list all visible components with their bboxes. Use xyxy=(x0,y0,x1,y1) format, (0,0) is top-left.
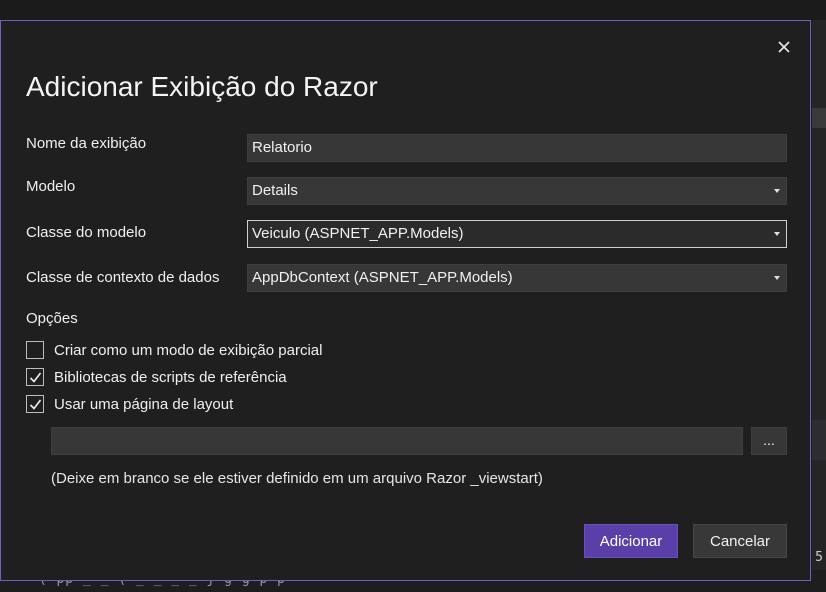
ide-background-glyph: 5 xyxy=(815,550,823,565)
layout-hint-text: (Deixe em branco se ele estiver definido… xyxy=(51,470,543,487)
template-label: Modelo xyxy=(26,178,76,195)
data-context-label: Classe de contexto de dados xyxy=(26,269,220,286)
add-razor-view-dialog: Adicionar Exibição do Razor Nome da exib… xyxy=(0,20,811,581)
use-layout-checkbox-row[interactable]: Usar uma página de layout xyxy=(26,394,233,414)
chevron-down-icon xyxy=(774,232,780,236)
view-name-input[interactable]: Relatorio xyxy=(247,134,787,162)
chevron-down-icon xyxy=(774,276,780,280)
checkmark-icon xyxy=(29,399,41,410)
view-name-label: Nome da exibição xyxy=(26,135,147,152)
script-libraries-label: Bibliotecas de scripts de referência xyxy=(54,368,287,386)
ide-background-top xyxy=(0,0,826,20)
model-class-label: Classe do modelo xyxy=(26,224,147,241)
close-icon xyxy=(778,41,790,53)
layout-path-input[interactable] xyxy=(51,427,743,455)
partial-view-checkbox-row[interactable]: Criar como um modo de exibição parcial xyxy=(26,340,322,360)
script-libraries-checkbox-row[interactable]: Bibliotecas de scripts de referência xyxy=(26,367,287,387)
model-class-value: Veiculo (ASPNET_APP.Models) xyxy=(252,225,464,242)
view-name-value: Relatorio xyxy=(252,139,313,156)
chevron-down-icon xyxy=(774,189,780,193)
use-layout-checkbox[interactable] xyxy=(26,395,44,413)
partial-view-label: Criar como um modo de exibição parcial xyxy=(54,341,323,359)
ide-scrollbar-segment xyxy=(812,108,826,128)
use-layout-label: Usar uma página de layout xyxy=(54,395,234,413)
template-value: Details xyxy=(252,182,298,199)
add-button[interactable]: Adicionar xyxy=(584,524,678,558)
partial-view-checkbox[interactable] xyxy=(26,341,44,359)
data-context-value: AppDbContext (ASPNET_APP.Models) xyxy=(252,269,513,286)
ide-background-right: 5 r xyxy=(812,20,826,592)
dialog-title: Adicionar Exibição do Razor xyxy=(26,71,378,102)
ide-panel-segment xyxy=(812,420,826,460)
script-libraries-checkbox[interactable] xyxy=(26,368,44,386)
cancel-button[interactable]: Cancelar xyxy=(693,524,787,558)
checkmark-icon xyxy=(29,372,41,383)
template-dropdown[interactable]: Details xyxy=(247,177,787,205)
browse-layout-button[interactable]: ... xyxy=(751,427,787,455)
model-class-dropdown[interactable]: Veiculo (ASPNET_APP.Models) xyxy=(247,220,787,248)
options-label: Opções xyxy=(26,310,78,327)
close-button[interactable] xyxy=(772,35,796,59)
data-context-dropdown[interactable]: AppDbContext (ASPNET_APP.Models) xyxy=(247,264,787,292)
